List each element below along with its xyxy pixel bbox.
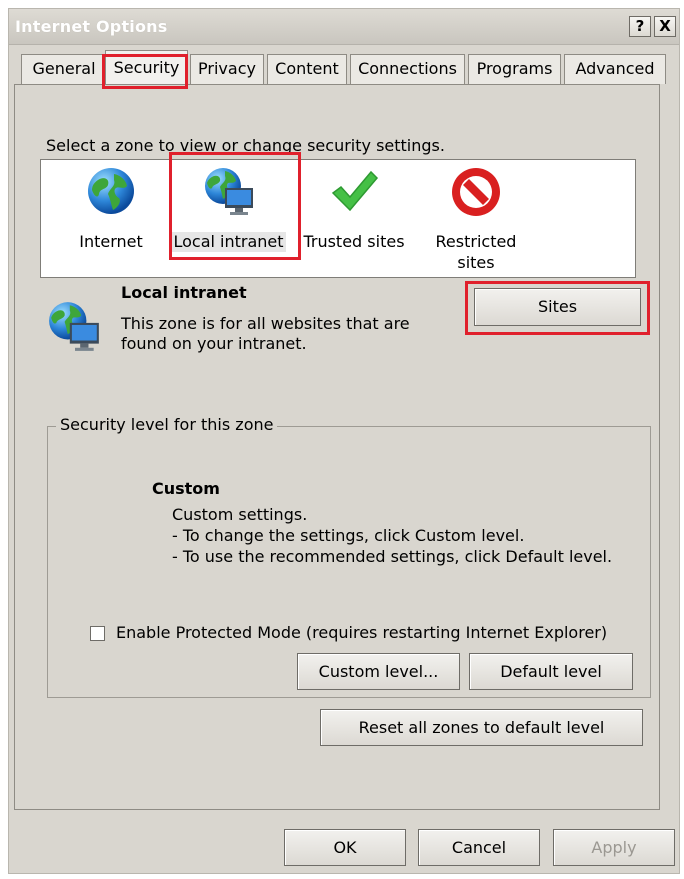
custom-level-button[interactable]: Custom level...: [297, 653, 460, 690]
tab-security[interactable]: Security: [105, 50, 188, 84]
tab-general[interactable]: General: [21, 54, 107, 84]
ok-button[interactable]: OK: [284, 829, 406, 866]
zone-internet-label: Internet: [79, 232, 143, 251]
zone-list: Internet Local intranet Trusted sites Re…: [40, 159, 636, 278]
default-level-button[interactable]: Default level: [469, 653, 633, 690]
apply-button[interactable]: Apply: [553, 829, 675, 866]
zone-restricted-sites[interactable]: Restricted sites: [426, 166, 526, 272]
help-button[interactable]: ?: [629, 16, 651, 37]
zone-trusted-sites-label: Trusted sites: [303, 232, 405, 251]
cancel-button[interactable]: Cancel: [418, 829, 540, 866]
tab-content[interactable]: Content: [267, 54, 347, 84]
protected-mode-checkbox[interactable]: [90, 626, 105, 641]
restricted-icon: [452, 168, 500, 216]
tab-advanced[interactable]: Advanced: [564, 54, 666, 84]
security-level-line3: - To use the recommended settings, click…: [172, 547, 613, 566]
security-level-legend: Security level for this zone: [56, 415, 278, 434]
zone-trusted-sites[interactable]: Trusted sites: [299, 166, 409, 256]
zone-restricted-label-line2: sites: [457, 253, 495, 272]
sites-button[interactable]: Sites: [474, 288, 641, 326]
zone-prompt: Select a zone to view or change security…: [46, 136, 445, 155]
security-level-line1: Custom settings.: [172, 505, 308, 524]
zone-info-desc-line1: This zone is for all websites that are: [121, 314, 410, 333]
zone-internet[interactable]: Internet: [66, 166, 156, 256]
zone-info-title: Local intranet: [121, 283, 247, 302]
reset-all-zones-button[interactable]: Reset all zones to default level: [320, 709, 643, 746]
security-level-line2: - To change the settings, click Custom l…: [172, 526, 525, 545]
local-intranet-icon: [205, 168, 253, 215]
checkmark-icon: [331, 170, 379, 212]
tab-programs[interactable]: Programs: [468, 54, 561, 84]
zone-local-intranet-label: Local intranet: [171, 232, 286, 252]
window-title: Internet Options: [15, 17, 168, 36]
zone-info-desc-line2: found on your intranet.: [121, 334, 307, 353]
local-intranet-info-icon: [49, 302, 99, 351]
security-level-title: Custom: [152, 479, 220, 498]
close-button[interactable]: X: [654, 16, 676, 37]
protected-mode-label: Enable Protected Mode (requires restarti…: [116, 623, 608, 642]
zone-local-intranet[interactable]: Local intranet: [171, 166, 286, 256]
globe-icon: [88, 168, 134, 214]
tab-privacy[interactable]: Privacy: [190, 54, 264, 84]
title-bar[interactable]: Internet Options ? X: [9, 9, 679, 45]
tab-connections[interactable]: Connections: [350, 54, 465, 84]
zone-restricted-label-line1: Restricted: [435, 232, 517, 251]
